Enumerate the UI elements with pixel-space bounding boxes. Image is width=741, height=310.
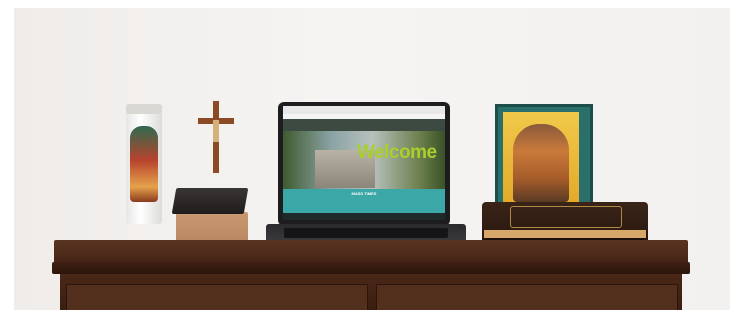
- browser-tab-bar: [283, 106, 445, 114]
- candle-saint-image: [130, 126, 158, 202]
- dresser-drawer-right: [376, 284, 678, 310]
- site-footer: [283, 213, 445, 220]
- laptop-screen: Welcome MASS TIMES: [283, 106, 445, 220]
- crucifix-corpus: [213, 120, 219, 142]
- dresser-edge: [52, 262, 690, 274]
- bible-cover-ornament: [510, 206, 622, 228]
- site-nav-bar: [283, 119, 445, 131]
- photo-scene: Welcome MASS TIMES: [0, 0, 741, 310]
- old-book-cover: [171, 188, 249, 214]
- hero-heading: Welcome: [357, 142, 437, 163]
- candle-lid: [126, 104, 162, 114]
- mass-times-title: MASS TIMES: [351, 191, 377, 196]
- dresser-drawer-left: [66, 284, 368, 310]
- laptop-keyboard: [284, 228, 448, 238]
- good-shepherd-figure: [513, 124, 569, 202]
- bible-page-edges: [484, 230, 646, 238]
